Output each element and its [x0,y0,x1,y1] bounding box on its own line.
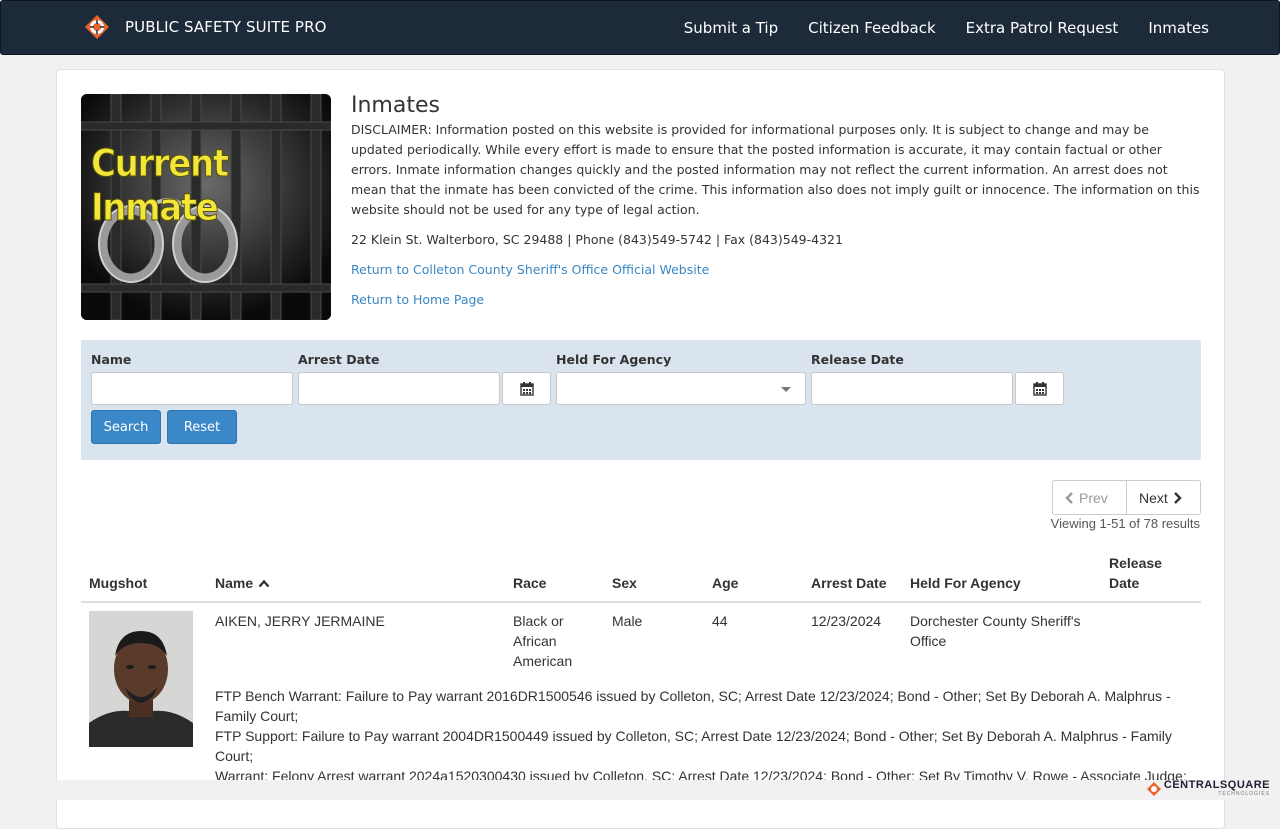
info-section: Inmates DISCLAIMER: Information posted o… [351,92,1201,310]
contact-address: 22 Klein St. Walterboro, SC 29488 | Phon… [351,232,843,247]
inmate-arrest-date: 12/23/2024 [811,613,882,629]
current-inmate-banner: Current Inmate [81,94,331,320]
name-label: Name [91,352,132,367]
disclaimer-text: DISCLAIMER: Information posted on this w… [351,122,1200,217]
inmate-age: 44 [712,613,728,629]
main-nav: Submit a Tip Citizen Feedback Extra Patr… [654,1,1209,54]
banner-text: Current Inmate [91,142,230,230]
search-button[interactable]: Search [91,410,161,444]
arrest-date-input[interactable] [298,372,500,405]
col-header-sex[interactable]: Sex [612,573,637,593]
inmate-held-for-agency: Dorchester County Sheriff's Office [910,613,1081,649]
page-title: Inmates [351,93,440,118]
prev-label: Prev [1079,489,1108,506]
top-navbar: PUBLIC SAFETY SUITE PRO Submit a Tip Cit… [0,0,1280,55]
footer-bar [0,780,1280,800]
mugshot-image [89,611,193,747]
sort-ascending-icon [258,579,270,588]
chevron-left-icon [1065,491,1073,504]
release-date-calendar-button[interactable] [1015,372,1064,405]
release-header-line2: Date [1109,575,1140,591]
chevron-down-icon [781,387,791,392]
col-header-mugshot: Mugshot [89,575,148,591]
content-card: Current Inmate Inmates DISCLAIMER: Infor… [56,69,1225,829]
nav-citizen-feedback[interactable]: Citizen Feedback [808,19,936,37]
nav-inmates[interactable]: Inmates [1148,19,1209,37]
brand[interactable]: PUBLIC SAFETY SUITE PRO [85,15,327,39]
home-page-link[interactable]: Return to Home Page [351,290,1201,310]
charge-item: FTP Bench Warrant: Failure to Pay warran… [215,688,1171,724]
centralsquare-logo[interactable]: CENTRALSQUARE TECHNOLOGIES [1146,779,1270,797]
brand-name: PUBLIC SAFETY SUITE PRO [125,18,327,36]
name-input[interactable] [91,372,293,405]
release-date-label: Release Date [811,352,904,367]
chevron-right-icon [1173,491,1182,504]
inmate-charges: FTP Bench Warrant: Failure to Pay warran… [215,686,1195,786]
results-count: Viewing 1-51 of 78 results [1050,516,1200,531]
nav-extra-patrol-request[interactable]: Extra Patrol Request [966,19,1119,37]
col-header-age[interactable]: Age [712,573,738,593]
inmate-race: Black or African American [513,613,573,669]
next-label: Next [1139,489,1168,506]
release-header-line1: Release [1109,555,1162,571]
col-header-arrest-date[interactable]: Arrest Date [811,573,886,593]
search-panel: Name Arrest Date Held For Agency Release… [81,340,1201,460]
col-header-held-for-agency[interactable]: Held For Agency [910,573,1021,593]
col-header-release-date[interactable]: Release Date [1109,553,1162,593]
public-safety-logo-icon [85,15,109,39]
inmate-sex: Male [612,613,643,629]
calendar-icon [1032,381,1047,396]
centralsquare-wordmark: CENTRALSQUARE [1163,779,1270,791]
arrest-date-calendar-button[interactable] [502,372,551,405]
centralsquare-logo-icon [1146,781,1161,796]
prev-page-button[interactable]: Prev [1052,480,1127,515]
centralsquare-subtext: TECHNOLOGIES [1218,791,1270,797]
arrest-date-label: Arrest Date [298,352,380,367]
charge-item: FTP Support: Failure to Pay warrant 2004… [215,728,1172,764]
col-header-name-label: Name [215,575,254,591]
col-header-name[interactable]: Name [215,573,270,593]
pagination: Prev Next [1052,480,1201,515]
sheriff-website-link[interactable]: Return to Colleton County Sheriff's Offi… [351,260,1201,280]
release-date-input[interactable] [811,372,1013,405]
table-header-divider [81,601,1201,603]
col-header-race[interactable]: Race [513,573,546,593]
mugshot-photo[interactable] [89,611,193,747]
next-page-button[interactable]: Next [1127,480,1201,515]
agency-label: Held For Agency [556,352,672,367]
reset-button[interactable]: Reset [167,410,237,444]
calendar-icon [519,381,534,396]
agency-select[interactable] [556,372,806,405]
nav-submit-tip[interactable]: Submit a Tip [684,19,778,37]
inmate-name[interactable]: AIKEN, JERRY JERMAINE [215,611,385,631]
